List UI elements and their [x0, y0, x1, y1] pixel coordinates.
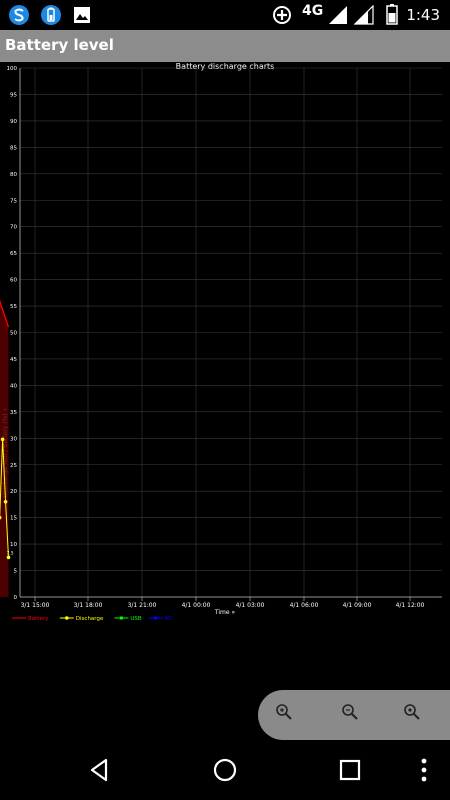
y-tick-label: 40: [10, 383, 17, 389]
zoom-controls: [258, 690, 450, 740]
gallery-icon: [74, 7, 90, 23]
discharge-point: [3, 499, 8, 504]
zoom-reset-icon[interactable]: [400, 700, 424, 724]
y-tick-label: 35: [10, 410, 17, 416]
back-icon[interactable]: [86, 756, 114, 784]
y-tick-label: 95: [10, 92, 17, 98]
status-bar: 4G 1:43: [0, 0, 450, 30]
recents-icon[interactable]: [336, 756, 364, 784]
y-tick-label: 25: [10, 463, 17, 469]
y-tick-label: 65: [10, 251, 17, 257]
signal-icon-2: [354, 5, 374, 25]
x-tick-label: 4/1 06:00: [290, 602, 319, 609]
y-tick-label: 10: [10, 542, 17, 548]
y-tick-label: 80: [10, 172, 17, 178]
app-bar: Battery level: [0, 30, 450, 62]
zoom-out-icon[interactable]: [338, 700, 362, 724]
battery-icon: [386, 4, 398, 25]
y-tick-label: 85: [10, 145, 17, 151]
legend-label: AC: [165, 616, 173, 622]
signal-icon: [329, 6, 347, 24]
legend-marker: [153, 616, 158, 620]
battery-chart[interactable]: Battery discharge charts 0 5 10 15 20 25 30 35 40…: [0, 62, 450, 632]
y-tick-label: 20: [10, 489, 17, 495]
discharge-point: [0, 437, 5, 442]
y-tick-label: 45: [10, 357, 17, 363]
navigation-bar: [0, 742, 450, 800]
overflow-menu-icon[interactable]: [414, 756, 434, 784]
y-tick-label: 60: [10, 278, 17, 284]
x-tick-label: 4/1 00:00: [182, 602, 211, 609]
y-tick-label: 50: [10, 331, 17, 337]
zoom-in-icon[interactable]: [272, 700, 296, 724]
x-tick-label: 3/1 15:00: [21, 602, 50, 609]
status-time: 1:43: [406, 6, 440, 24]
chart-svg[interactable]: Battery discharge charts 0 5 10 15 20 25 30 35 40…: [0, 62, 450, 632]
x-tick-label: 4/1 03:00: [236, 602, 265, 609]
battery-app-icon: [41, 5, 61, 25]
legend-marker: [65, 616, 69, 620]
chart-title: Battery discharge charts: [176, 62, 275, 71]
x-tick-label: 3/1 18:00: [74, 602, 103, 609]
y-tick-label: 90: [10, 119, 17, 125]
data-saver-icon: [273, 6, 291, 24]
y-tick-label: 30: [10, 436, 17, 442]
legend-label: USB: [130, 616, 142, 622]
x-tick-label: 4/1 12:00: [396, 602, 425, 609]
y-tick-label: 55: [10, 304, 17, 310]
legend-marker: [119, 616, 123, 620]
discharge-data-label: 7.5: [7, 550, 14, 556]
y-tick-label: 15: [10, 516, 17, 522]
legend-label: Discharge: [76, 616, 104, 622]
x-axis-label: Time »: [214, 609, 236, 616]
home-icon[interactable]: [211, 756, 239, 784]
y-tick-label: 100: [7, 66, 18, 72]
x-tick-label: 3/1 21:00: [128, 602, 157, 609]
swiftkey-icon: [9, 5, 29, 25]
network-label: 4G: [302, 3, 324, 19]
x-tick-label: 4/1 09:00: [343, 602, 372, 609]
legend-label: Battery: [28, 616, 49, 622]
y-tick-label: 0: [14, 595, 18, 601]
app-title: Battery level: [5, 36, 114, 54]
y-tick-label: 75: [10, 198, 17, 204]
y-tick-label: 5: [14, 569, 18, 575]
battery-line: [0, 299, 10, 328]
y-tick-label: 70: [10, 225, 17, 231]
